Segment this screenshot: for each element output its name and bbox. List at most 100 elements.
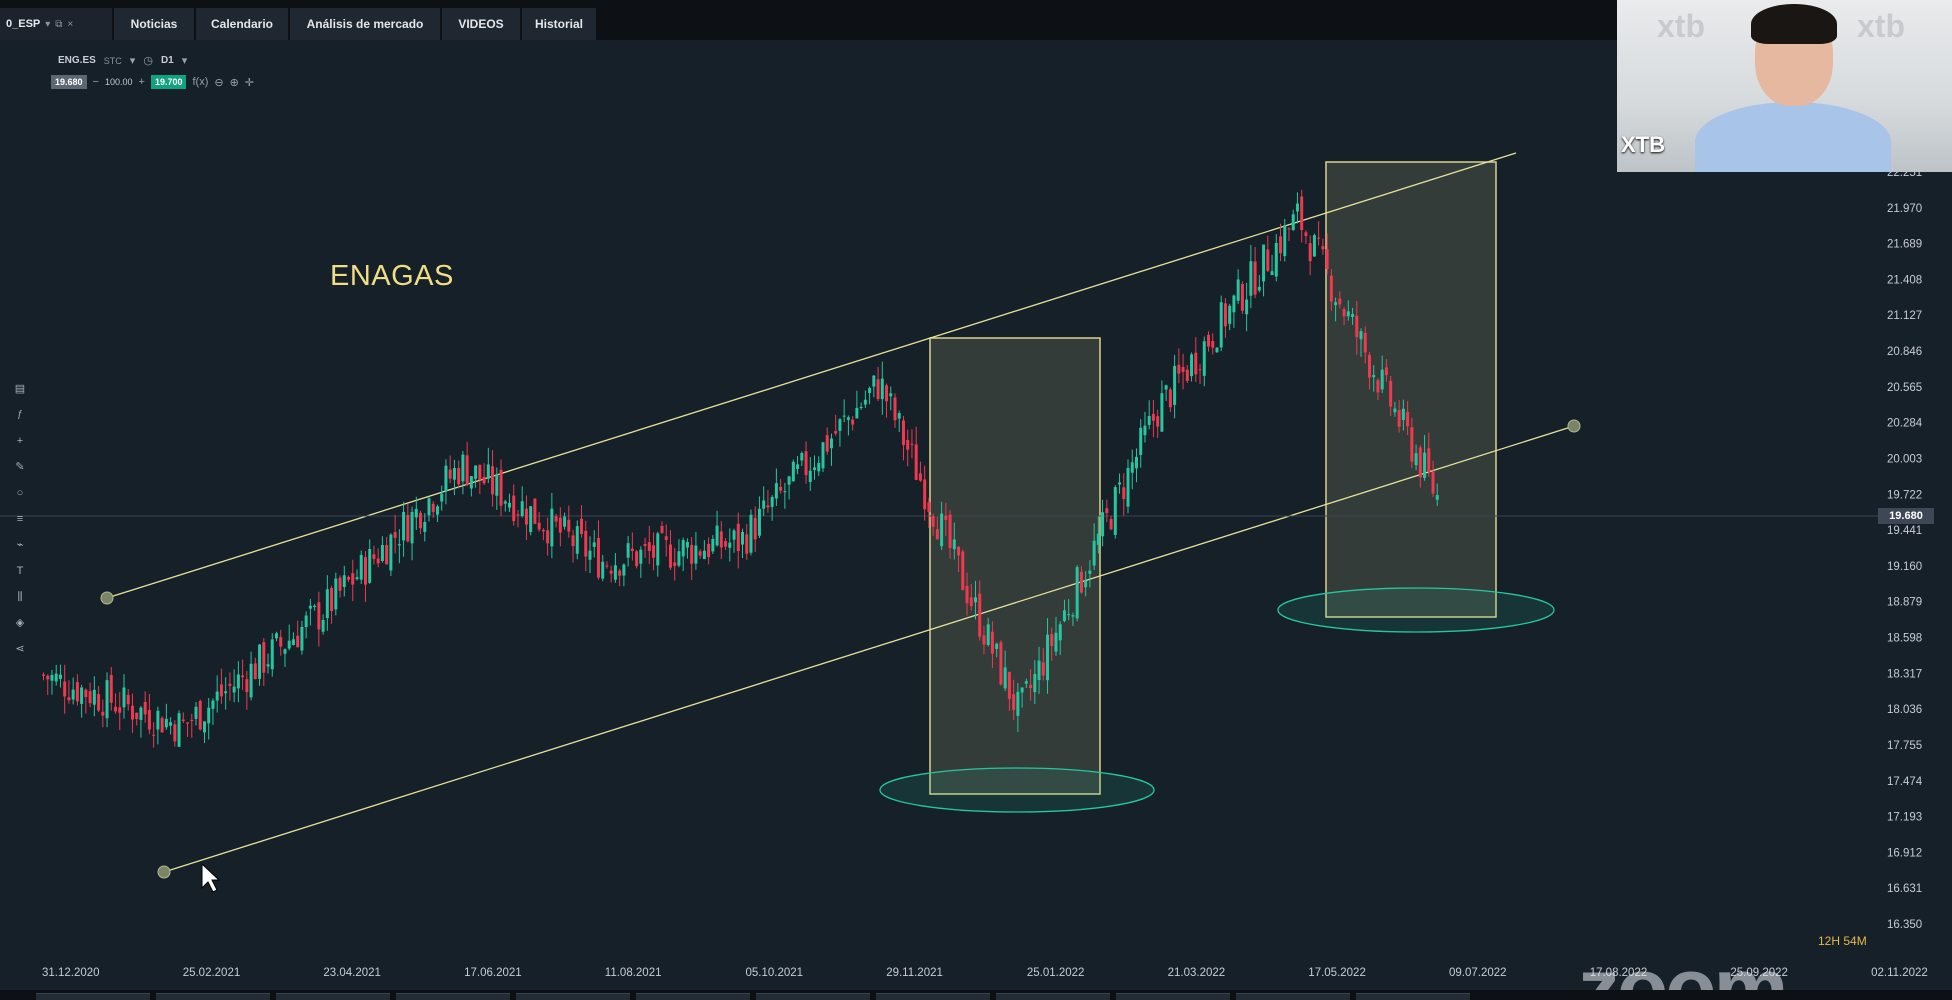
- candlestick-chart[interactable]: 22.25121.97021.68921.40821.12720.84620.5…: [0, 40, 1952, 990]
- chevron-down-icon[interactable]: ▾: [45, 19, 50, 30]
- chart-symbol: ENG.ES: [58, 55, 96, 66]
- candle-body: [893, 397, 897, 421]
- candle-body: [694, 545, 698, 564]
- brush-icon[interactable]: ⌁: [17, 536, 24, 554]
- candle-body: [275, 633, 278, 639]
- zoom-in-icon[interactable]: ⊕: [230, 76, 239, 89]
- bottom-tab-3[interactable]: [276, 993, 390, 1000]
- tab-videos[interactable]: VIDEOS: [442, 8, 520, 40]
- bottom-tab-2[interactable]: [156, 993, 270, 1000]
- bottom-tab-10[interactable]: [1116, 993, 1230, 1000]
- sell-price-button[interactable]: 19.680: [51, 75, 87, 89]
- candle-body: [558, 517, 562, 533]
- crosshair-tool-icon[interactable]: +: [17, 432, 23, 450]
- bottom-tab-4[interactable]: [396, 993, 510, 1000]
- candle-body: [690, 544, 694, 564]
- plus-icon[interactable]: +: [139, 76, 145, 88]
- support-ellipse-1[interactable]: [879, 767, 1155, 813]
- chart-panel[interactable]: 22.251 21.970 21.689 21.408 21.127 20.846 20.5…: [0, 40, 1952, 990]
- clock-icon[interactable]: ◷: [143, 54, 153, 67]
- zoom-out-icon[interactable]: ⊖: [214, 76, 223, 89]
- bottom-tab-11[interactable]: [1236, 993, 1350, 1000]
- bottom-tab-1[interactable]: [36, 993, 150, 1000]
- candle-body: [724, 541, 728, 547]
- candle-body: [906, 440, 910, 450]
- candle-body: [457, 468, 461, 485]
- bottom-tab-5[interactable]: [516, 993, 630, 1000]
- popout-icon[interactable]: ⧉: [55, 19, 62, 30]
- candle-body: [402, 511, 406, 541]
- timeframe-select[interactable]: D1: [161, 55, 174, 66]
- bottom-tab-7[interactable]: [756, 993, 870, 1000]
- candle-body: [71, 689, 75, 700]
- close-icon[interactable]: ×: [67, 19, 73, 30]
- candle-body: [1223, 303, 1227, 327]
- candle-body: [190, 719, 194, 722]
- candle-body: [554, 516, 558, 522]
- buy-price-button[interactable]: 19.700: [150, 75, 187, 89]
- chart-header: ENG.ES STC ▾ ◷ D1 ▾: [58, 54, 187, 67]
- circle-tool-icon[interactable]: ○: [17, 484, 24, 502]
- wall-logo-text: xtb: [1657, 8, 1705, 44]
- bottom-tab-8[interactable]: [876, 993, 990, 1000]
- candle-body: [1084, 580, 1088, 588]
- candle-body: [923, 479, 927, 510]
- pencil-icon[interactable]: ✎: [15, 458, 24, 476]
- candle-body: [855, 407, 859, 419]
- candle-body: [1058, 624, 1062, 641]
- candle-body: [499, 469, 503, 506]
- fibonacci-icon[interactable]: ≡: [17, 510, 23, 528]
- bottom-tab-9[interactable]: [996, 993, 1110, 1000]
- candle-body: [715, 525, 719, 546]
- share-icon[interactable]: ⋖: [15, 640, 24, 658]
- trendline-handle-3[interactable]: [1567, 419, 1581, 433]
- candle-body: [1050, 634, 1054, 647]
- candle-body: [1016, 691, 1020, 716]
- candle-body: [639, 549, 643, 564]
- text-tool-icon[interactable]: T: [17, 562, 24, 580]
- tab-calendario[interactable]: Calendario: [196, 8, 288, 40]
- measure-icon[interactable]: ⫼: [17, 588, 22, 606]
- candle-body: [685, 541, 689, 548]
- wall-logo-text-2: xtb: [1857, 8, 1905, 44]
- symbol-tab[interactable]: 0_ESP ▾ ⧉ ×: [0, 8, 112, 40]
- candle-body: [927, 502, 931, 512]
- candle-body: [67, 697, 71, 701]
- candle-body: [829, 438, 833, 449]
- bottom-tab-6[interactable]: [636, 993, 750, 1000]
- timeframe-chevron-icon[interactable]: ▾: [182, 54, 188, 67]
- indicator-fx-icon[interactable]: f(x): [192, 76, 208, 88]
- highlight-box-1[interactable]: [929, 337, 1101, 795]
- candle-body: [1414, 453, 1418, 466]
- candle-body: [999, 642, 1003, 685]
- candle-body: [1351, 314, 1355, 318]
- volume-input[interactable]: 100.00: [105, 77, 133, 87]
- support-ellipse-2[interactable]: [1277, 587, 1555, 633]
- price-axis-label: 21.127: [1887, 310, 1922, 322]
- layers-icon[interactable]: ◈: [16, 614, 24, 632]
- trendline-handle-2[interactable]: [157, 865, 171, 879]
- candle-body: [681, 539, 685, 557]
- candle-body: [465, 455, 469, 486]
- tab-historial[interactable]: Historial: [522, 8, 596, 40]
- candle-body: [647, 542, 651, 552]
- dropdown-icon[interactable]: ▾: [130, 54, 136, 67]
- minus-icon[interactable]: −: [93, 76, 99, 88]
- price-axis-label: 17.474: [1887, 776, 1923, 788]
- function-icon[interactable]: ƒ: [17, 406, 23, 424]
- bottom-tab-12[interactable]: [1356, 993, 1470, 1000]
- price-axis[interactable]: 22.25121.97021.68921.40821.12720.84620.5…: [1887, 167, 1923, 931]
- candle-body: [279, 637, 283, 647]
- candle-body: [325, 589, 329, 619]
- tab-analisis[interactable]: Análisis de mercado: [290, 8, 440, 40]
- crosshair-icon[interactable]: ✛: [245, 76, 254, 89]
- trendline-handle-1[interactable]: [100, 591, 114, 605]
- candle-body: [232, 686, 236, 693]
- price-axis-label: 17.193: [1887, 812, 1922, 824]
- candle-body: [1219, 302, 1223, 348]
- channel-upper-line[interactable]: [106, 152, 1517, 599]
- channel-lower-line[interactable]: [163, 425, 1575, 873]
- highlight-box-2[interactable]: [1325, 161, 1497, 618]
- chart-type-icon[interactable]: ▤: [15, 380, 25, 398]
- tab-noticias[interactable]: Noticias: [114, 8, 194, 40]
